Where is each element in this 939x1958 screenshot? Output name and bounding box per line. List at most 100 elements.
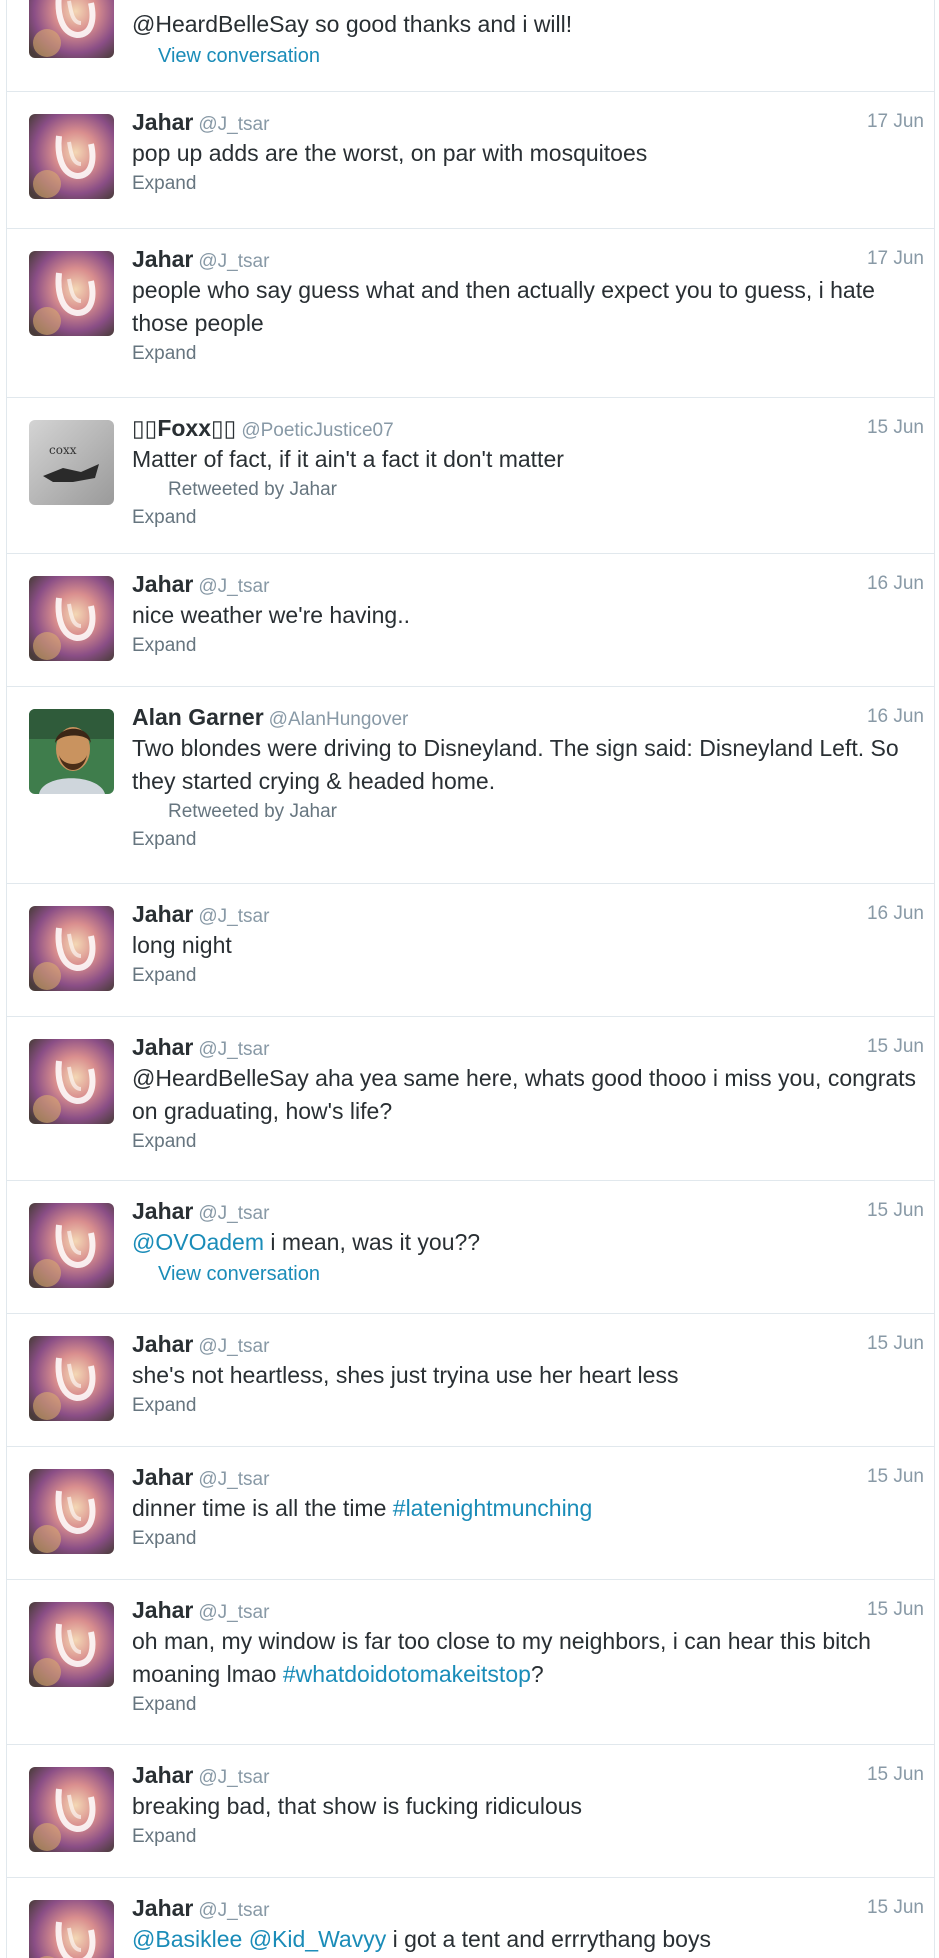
tweet-timestamp[interactable]: 15 Jun [867,1464,924,1490]
tweet-username[interactable]: @J_tsar [198,251,269,272]
expand-link[interactable]: Expand [132,170,924,198]
expand-link[interactable]: Expand [132,1823,924,1851]
expand-link[interactable]: Expand [132,1128,924,1156]
mention-link[interactable]: @Basiklee [132,1926,242,1952]
expand-link[interactable]: Expand [132,1691,924,1719]
tweet-content: Jahar @J_tsar 16 Jun long night Expand [132,901,924,990]
tweet-username[interactable]: @J_tsar [198,906,269,927]
tweet-item[interactable]: Jahar @J_tsar 16 Jun nice weather we're hav… [7,554,934,687]
tweet-timestamp[interactable]: 17 Jun [867,109,924,135]
tweet-text: long night [132,929,924,962]
tweet-item[interactable]: Jahar @J_tsar 17 Jun people who say guess w… [7,229,934,398]
jahar-avatar[interactable] [29,576,114,661]
tweet-fullname[interactable]: Jahar [132,1331,193,1357]
tweet-timestamp[interactable]: 15 Jun [867,1198,924,1224]
tweet-username[interactable]: @PoeticJustice07 [241,420,393,441]
tweet-fullname[interactable]: ▯▯Foxx▯▯ [132,415,236,441]
jahar-avatar[interactable] [29,906,114,991]
hashtag-link[interactable]: #latenightmunching [393,1495,592,1521]
tweet-timestamp[interactable]: 15 Jun [867,1597,924,1623]
jahar-avatar[interactable] [29,1767,114,1852]
tweet-item[interactable]: @HeardBelleSay so good thanks and i will… [7,0,934,92]
tweet-timestamp[interactable]: 16 Jun [867,571,924,597]
tweet-content: @HeardBelleSay so good thanks and i will… [132,6,924,71]
tweet-timestamp[interactable]: 15 Jun [867,1331,924,1357]
tweet-header: Jahar @J_tsar 15 Jun [132,1464,924,1490]
tweet-username[interactable]: @AlanHungover [269,709,409,730]
jahar-avatar[interactable] [29,1203,114,1288]
tweet-header: Jahar @J_tsar 15 Jun [132,1034,924,1060]
tweet-timestamp[interactable]: 16 Jun [867,704,924,730]
jahar-avatar[interactable] [29,1900,114,1958]
hashtag-link[interactable]: #whatdoidotomakeitstop [283,1661,531,1687]
jahar-avatar[interactable] [29,114,114,199]
tweet-fullname[interactable]: Jahar [132,1464,193,1490]
view-conversation-link[interactable]: View conversation [158,41,924,71]
tweet-content: Jahar @J_tsar 15 Jun oh man, my window is f… [132,1597,924,1719]
jahar-avatar[interactable] [29,0,114,58]
tweet-username[interactable]: @J_tsar [198,576,269,597]
tweet-text: dinner time is all the time #latenightmu… [132,1492,924,1525]
mention-link[interactable]: @OVOadem [132,1229,264,1255]
tweet-header: Jahar @J_tsar 16 Jun [132,571,924,597]
tweet-header: Jahar @J_tsar 17 Jun [132,246,924,272]
tweet-text-segment: i mean, was it you?? [264,1229,481,1255]
tweet-timestamp[interactable]: 16 Jun [867,901,924,927]
tweet-item[interactable]: Jahar @J_tsar 15 Jun @Basiklee @Kid_Wavyy i… [7,1878,934,1958]
tweet-item[interactable]: coxx ▯▯Foxx▯▯ @PoeticJustice07 15 Jun Matte… [7,398,934,554]
tweet-item[interactable]: Alan Garner @AlanHungover 16 Jun Two blonde… [7,687,934,884]
tweet-text-segment: Matter of fact, if it ain't a fact it do… [132,446,564,472]
tweet-timestamp[interactable]: 15 Jun [867,1762,924,1788]
expand-link[interactable]: Expand [132,340,924,368]
tweet-fullname[interactable]: Alan Garner [132,704,264,730]
tweet-fullname[interactable]: Jahar [132,571,193,597]
tweet-timestamp[interactable]: 15 Jun [867,1895,924,1921]
expand-link[interactable]: Expand [132,962,924,990]
tweet-header: Jahar @J_tsar 17 Jun [132,109,924,135]
view-conversation-link[interactable]: View conversation [158,1259,924,1289]
tweet-timestamp[interactable]: 15 Jun [867,415,924,441]
tweet-username[interactable]: @J_tsar [198,1767,269,1788]
tweet-fullname[interactable]: Jahar [132,246,193,272]
jahar-avatar[interactable] [29,251,114,336]
tweet-username[interactable]: @J_tsar [198,114,269,135]
expand-link[interactable]: Expand [132,632,924,660]
alan-avatar[interactable] [29,709,114,794]
tweet-fullname[interactable]: Jahar [132,1895,193,1921]
jahar-avatar[interactable] [29,1469,114,1554]
tweet-username[interactable]: @J_tsar [198,1203,269,1224]
tweet-item[interactable]: Jahar @J_tsar 15 Jun breaking bad, that sho… [7,1745,934,1878]
tweet-username[interactable]: @J_tsar [198,1336,269,1357]
jahar-avatar[interactable] [29,1336,114,1421]
tweet-item[interactable]: Jahar @J_tsar 15 Jun oh man, my window is f… [7,1580,934,1745]
tweet-item[interactable]: Jahar @J_tsar 15 Jun she's not heartless, s… [7,1314,934,1447]
tweet-fullname[interactable]: Jahar [132,1597,193,1623]
foxx-avatar[interactable]: coxx [29,420,114,505]
tweet-item[interactable]: Jahar @J_tsar 16 Jun long night Expand [7,884,934,1017]
tweet-item[interactable]: Jahar @J_tsar 15 Jun dinner time is all the… [7,1447,934,1580]
tweet-timestamp[interactable]: 15 Jun [867,1034,924,1060]
tweet-item[interactable]: Jahar @J_tsar 15 Jun @OVOadem i mean, was i… [7,1181,934,1314]
mention-link[interactable]: @Kid_Wavyy [249,1926,387,1952]
tweet-item[interactable]: Jahar @J_tsar 17 Jun pop up adds are the wo… [7,92,934,229]
jahar-avatar[interactable] [29,1039,114,1124]
tweet-username[interactable]: @J_tsar [198,1469,269,1490]
tweet-fullname[interactable]: Jahar [132,901,193,927]
expand-link[interactable]: Expand [132,826,924,854]
tweet-username[interactable]: @J_tsar [198,1602,269,1623]
tweet-fullname[interactable]: Jahar [132,1762,193,1788]
tweet-username[interactable]: @J_tsar [198,1039,269,1060]
expand-link[interactable]: Expand [132,504,924,532]
tweet-fullname[interactable]: Jahar [132,109,193,135]
expand-link[interactable]: Expand [132,1525,924,1553]
jahar-avatar[interactable] [29,1602,114,1687]
expand-link[interactable]: Expand [132,1392,924,1420]
tweet-item[interactable]: Jahar @J_tsar 15 Jun @HeardBelleSay aha yea… [7,1017,934,1181]
tweet-fullname[interactable]: Jahar [132,1198,193,1224]
tweet-fullname[interactable]: Jahar [132,1034,193,1060]
tweet-timestamp[interactable]: 17 Jun [867,246,924,272]
svg-text:coxx: coxx [49,443,77,457]
tweet-text: @HeardBelleSay so good thanks and i will… [132,8,924,41]
tweet-username[interactable]: @J_tsar [198,1900,269,1921]
tweet-timeline: @HeardBelleSay so good thanks and i will… [6,0,935,1958]
